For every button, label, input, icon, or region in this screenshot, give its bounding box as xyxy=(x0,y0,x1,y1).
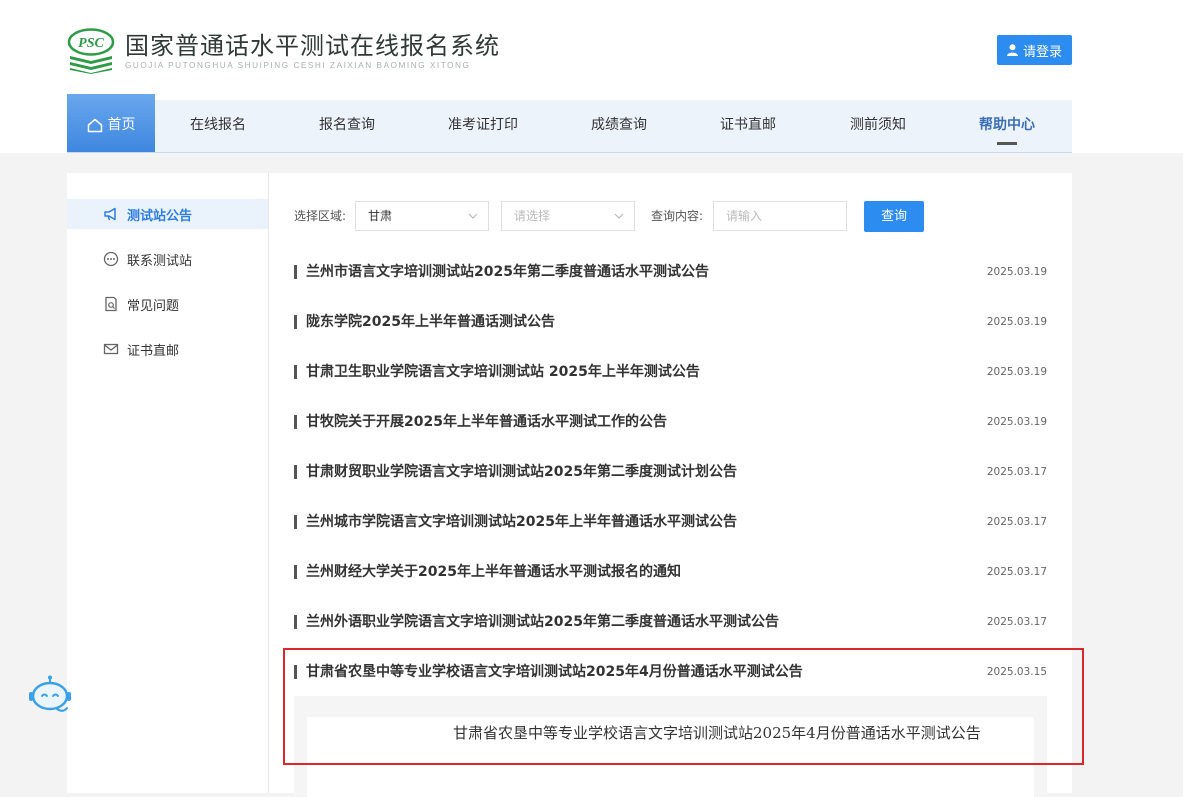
list-item[interactable]: 兰州财经大学关于2025年上半年普通话水平测试报名的通知 2025.03.17 xyxy=(294,557,1047,587)
nav-registration-query[interactable]: 报名查询 xyxy=(304,100,390,152)
announcement-detail-body: 甘肃省农垦中等专业学校语言文字培训测试站2025年4月份普通话水平测试公告 xyxy=(307,717,1034,797)
home-icon xyxy=(87,118,102,132)
list-item[interactable]: 甘牧院关于开展2025年上半年普通话水平测试工作的公告 2025.03.19 xyxy=(294,407,1047,437)
document-search-icon xyxy=(105,296,117,312)
sidebar-item-label: 联系测试站 xyxy=(127,253,193,269)
region-select-value: 甘肃 xyxy=(368,209,393,223)
list-item-marker xyxy=(294,265,297,279)
announcement-detail-text: 甘肃省农垦中等专业学校语言文字培训测试站2025年4月份普通话水平测试公告 xyxy=(453,724,981,742)
nav-help-label: 帮助中心 xyxy=(979,117,1035,133)
login-label: 请登录 xyxy=(1022,44,1062,60)
sidebar: 测试站公告 联系测试站 常见问题 证书直邮 xyxy=(67,173,269,793)
city-select-placeholder: 请选择 xyxy=(514,209,551,223)
sidebar-item-label: 测试站公告 xyxy=(127,208,193,224)
main-nav: 首页 在线报名 报名查询 准考证打印 成绩查询 证书直邮 测前须知 帮助中心 xyxy=(67,94,1072,153)
announcement-date: 2025.03.17 xyxy=(986,616,1047,628)
site-logo[interactable]: PSC 国家普通话水平测试在线报名系统 GUOJIA PUTONGHUA SHU… xyxy=(67,28,500,74)
announcement-title[interactable]: 兰州市语言文字培训测试站2025年第二季度普通话水平测试公告 xyxy=(306,257,709,287)
sidebar-item-label: 常见问题 xyxy=(127,298,180,314)
megaphone-icon xyxy=(104,207,116,221)
announcement-date: 2025.03.17 xyxy=(986,516,1047,528)
list-item-marker xyxy=(294,465,297,479)
site-subtitle: GUOJIA PUTONGHUA SHUIPING CESHI ZAIXIAN … xyxy=(125,61,471,70)
content-panel: 测试站公告 联系测试站 常见问题 证书直邮 选择区域: 甘肃 请选择 查询内容:… xyxy=(67,173,1072,797)
nav-score-query[interactable]: 成绩查询 xyxy=(576,100,662,152)
list-item-marker xyxy=(294,365,297,379)
region-label: 选择区域: xyxy=(294,209,347,223)
city-select[interactable]: 请选择 xyxy=(501,201,635,231)
query-input[interactable]: 请输入 xyxy=(713,201,847,231)
list-item-expanded[interactable]: 甘肃省农垦中等专业学校语言文字培训测试站2025年4月份普通话水平测试公告 20… xyxy=(294,657,1047,687)
robot-assistant-icon[interactable] xyxy=(27,675,73,715)
list-item-marker xyxy=(294,615,297,629)
list-item[interactable]: 兰州外语职业学院语言文字培训测试站2025年第二季度普通话水平测试公告 2025… xyxy=(294,607,1047,637)
announcement-date: 2025.03.17 xyxy=(986,566,1047,578)
list-item[interactable]: 甘肃卫生职业学院语言文字培训测试站 2025年上半年测试公告 2025.03.1… xyxy=(294,357,1047,387)
nav-home[interactable]: 首页 xyxy=(67,94,155,152)
sidebar-item-announcements[interactable]: 测试站公告 xyxy=(67,199,268,229)
announcement-title[interactable]: 甘肃财贸职业学院语言文字培训测试站2025年第二季度测试计划公告 xyxy=(306,457,737,487)
chevron-down-icon xyxy=(614,213,624,219)
mail-icon xyxy=(103,343,119,355)
announcement-date: 2025.03.19 xyxy=(986,266,1047,278)
announcement-date: 2025.03.19 xyxy=(986,366,1047,378)
list-item[interactable]: 兰州市语言文字培训测试站2025年第二季度普通话水平测试公告 2025.03.1… xyxy=(294,257,1047,287)
list-item-marker xyxy=(294,515,297,529)
search-button[interactable]: 查询 xyxy=(864,201,924,232)
nav-certificate-mail[interactable]: 证书直邮 xyxy=(705,100,791,152)
announcement-title[interactable]: 陇东学院2025年上半年普通话测试公告 xyxy=(306,307,555,337)
sidebar-item-label: 证书直邮 xyxy=(127,343,180,359)
site-title: 国家普通话水平测试在线报名系统 xyxy=(125,32,500,60)
logo-letters: PSC xyxy=(78,36,104,51)
announcement-date: 2025.03.19 xyxy=(986,316,1047,328)
chat-icon xyxy=(103,251,119,267)
sidebar-item-contact[interactable]: 联系测试站 xyxy=(67,244,268,274)
announcement-date: 2025.03.17 xyxy=(986,466,1047,478)
announcement-title[interactable]: 甘肃卫生职业学院语言文字培训测试站 2025年上半年测试公告 xyxy=(306,357,700,387)
announcement-date: 2025.03.19 xyxy=(986,416,1047,428)
list-item-marker xyxy=(294,315,297,329)
chevron-down-icon xyxy=(468,213,478,219)
filter-bar: 选择区域: 甘肃 请选择 查询内容: 请输入 查询 xyxy=(294,201,994,232)
announcement-title[interactable]: 兰州外语职业学院语言文字培训测试站2025年第二季度普通话水平测试公告 xyxy=(306,607,779,637)
list-item[interactable]: 兰州城市学院语言文字培训测试站2025年上半年普通话水平测试公告 2025.03… xyxy=(294,507,1047,537)
login-button[interactable]: 请登录 xyxy=(997,35,1072,65)
announcement-detail: 甘肃省农垦中等专业学校语言文字培训测试站2025年4月份普通话水平测试公告 xyxy=(294,696,1047,797)
list-item[interactable]: 陇东学院2025年上半年普通话测试公告 2025.03.19 xyxy=(294,307,1047,337)
nav-help-center[interactable]: 帮助中心 xyxy=(964,100,1050,152)
nav-online-registration[interactable]: 在线报名 xyxy=(175,100,261,152)
region-select[interactable]: 甘肃 xyxy=(355,201,489,231)
announcement-title[interactable]: 兰州财经大学关于2025年上半年普通话水平测试报名的通知 xyxy=(306,557,681,587)
nav-pretest-notice[interactable]: 测前须知 xyxy=(835,100,921,152)
announcement-title[interactable]: 甘牧院关于开展2025年上半年普通话水平测试工作的公告 xyxy=(306,407,667,437)
sidebar-item-faq[interactable]: 常见问题 xyxy=(67,289,268,319)
user-icon xyxy=(1006,44,1018,56)
nav-admission-ticket[interactable]: 准考证打印 xyxy=(435,100,531,152)
sidebar-item-certificate-mail[interactable]: 证书直邮 xyxy=(67,334,268,364)
list-item[interactable]: 甘肃财贸职业学院语言文字培训测试站2025年第二季度测试计划公告 2025.03… xyxy=(294,457,1047,487)
nav-home-label: 首页 xyxy=(107,117,136,133)
list-item-marker xyxy=(294,565,297,579)
list-item-marker xyxy=(294,415,297,429)
psc-logo-icon: PSC xyxy=(67,28,115,74)
announcement-title[interactable]: 兰州城市学院语言文字培训测试站2025年上半年普通话水平测试公告 xyxy=(306,507,737,537)
announcement-title[interactable]: 甘肃省农垦中等专业学校语言文字培训测试站2025年4月份普通话水平测试公告 xyxy=(306,657,803,687)
query-label: 查询内容: xyxy=(651,209,704,223)
list-item-marker xyxy=(294,665,297,679)
nav-active-underline xyxy=(997,142,1017,145)
announcement-date: 2025.03.15 xyxy=(986,666,1047,678)
